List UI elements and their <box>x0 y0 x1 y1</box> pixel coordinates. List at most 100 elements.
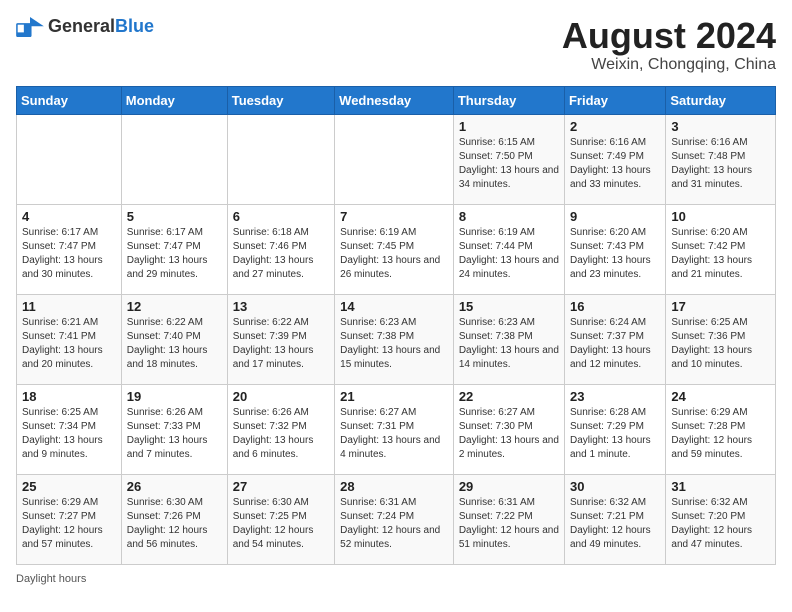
calendar-cell: 30Sunrise: 6:32 AMSunset: 7:21 PMDayligh… <box>564 474 665 564</box>
day-info: Sunrise: 6:19 AMSunset: 7:44 PMDaylight:… <box>459 226 559 282</box>
day-number: 2 <box>570 119 660 134</box>
calendar-cell: 6 Sunrise: 6:18 AMSunset: 7:46 PMDaylight… <box>227 204 334 294</box>
day-info: Sunrise: 6:22 AMSunset: 7:40 PMDaylight:… <box>127 316 222 372</box>
day-number: 16 <box>570 299 660 314</box>
weekday-header-wednesday: Wednesday <box>335 86 454 114</box>
calendar-cell: 14Sunrise: 6:23 AMSunset: 7:38 PMDayligh… <box>335 294 454 384</box>
day-info: Sunrise: 6:32 AMSunset: 7:21 PMDaylight:… <box>570 496 660 552</box>
day-number: 7 <box>340 209 448 224</box>
day-number: 28 <box>340 479 448 494</box>
day-number: 29 <box>459 479 559 494</box>
day-number: 26 <box>127 479 222 494</box>
day-info: Sunrise: 6:31 AMSunset: 7:22 PMDaylight:… <box>459 496 559 552</box>
calendar-cell: 29 Sunrise: 6:31 AMSunset: 7:22 PMDayligh… <box>453 474 564 564</box>
calendar-cell: 25 Sunrise: 6:29 AMSunset: 7:27 PMDayligh… <box>17 474 122 564</box>
day-info: Sunrise: 6:26 AMSunset: 7:33 PMDaylight:… <box>127 406 222 462</box>
calendar-cell <box>121 114 227 204</box>
day-info: Sunrise: 6:27 AMSunset: 7:30 PMDaylight:… <box>459 406 559 462</box>
day-number: 18 <box>22 389 116 404</box>
calendar-cell: 10Sunrise: 6:20 AMSunset: 7:42 PMDayligh… <box>666 204 776 294</box>
day-info: Sunrise: 6:20 AMSunset: 7:43 PMDaylight:… <box>570 226 660 282</box>
calendar-cell: 28 Sunrise: 6:31 AMSunset: 7:24 PMDayligh… <box>335 474 454 564</box>
weekday-header-thursday: Thursday <box>453 86 564 114</box>
day-number: 23 <box>570 389 660 404</box>
day-number: 1 <box>459 119 559 134</box>
calendar-cell: 22 Sunrise: 6:27 AMSunset: 7:30 PMDayligh… <box>453 384 564 474</box>
title-area: August 2024 Weixin, Chongqing, China <box>562 16 776 74</box>
calendar-week-4: 18 Sunrise: 6:25 AMSunset: 7:34 PMDayligh… <box>17 384 776 474</box>
day-number: 8 <box>459 209 559 224</box>
day-info: Sunrise: 6:28 AMSunset: 7:29 PMDaylight:… <box>570 406 660 462</box>
day-info: Sunrise: 6:16 AMSunset: 7:49 PMDaylight:… <box>570 136 660 192</box>
day-number: 14 <box>340 299 448 314</box>
calendar-cell: 12 Sunrise: 6:22 AMSunset: 7:40 PMDayligh… <box>121 294 227 384</box>
calendar-cell: 2 Sunrise: 6:16 AMSunset: 7:49 PMDaylight… <box>564 114 665 204</box>
day-number: 25 <box>22 479 116 494</box>
day-number: 3 <box>671 119 770 134</box>
weekday-header-saturday: Saturday <box>666 86 776 114</box>
weekday-header-row: SundayMondayTuesdayWednesdayThursdayFrid… <box>17 86 776 114</box>
day-number: 9 <box>570 209 660 224</box>
footer: Daylight hours <box>16 573 776 585</box>
calendar-cell: 11 Sunrise: 6:21 AMSunset: 7:41 PMDayligh… <box>17 294 122 384</box>
day-info: Sunrise: 6:30 AMSunset: 7:25 PMDaylight:… <box>233 496 329 552</box>
day-number: 11 <box>22 299 116 314</box>
calendar-cell <box>227 114 334 204</box>
calendar-cell: 5 Sunrise: 6:17 AMSunset: 7:47 PMDaylight… <box>121 204 227 294</box>
calendar-cell <box>335 114 454 204</box>
weekday-header-sunday: Sunday <box>17 86 122 114</box>
calendar-header: SundayMondayTuesdayWednesdayThursdayFrid… <box>17 86 776 114</box>
day-number: 13 <box>233 299 329 314</box>
calendar-cell: 3 Sunrise: 6:16 AMSunset: 7:48 PMDaylight… <box>666 114 776 204</box>
weekday-header-tuesday: Tuesday <box>227 86 334 114</box>
day-info: Sunrise: 6:17 AMSunset: 7:47 PMDaylight:… <box>22 226 116 282</box>
day-number: 24 <box>671 389 770 404</box>
weekday-header-monday: Monday <box>121 86 227 114</box>
day-info: Sunrise: 6:26 AMSunset: 7:32 PMDaylight:… <box>233 406 329 462</box>
calendar-week-1: 1Sunrise: 6:15 AMSunset: 7:50 PMDaylight… <box>17 114 776 204</box>
calendar-cell: 9 Sunrise: 6:20 AMSunset: 7:43 PMDaylight… <box>564 204 665 294</box>
calendar-cell: 26 Sunrise: 6:30 AMSunset: 7:26 PMDayligh… <box>121 474 227 564</box>
day-number: 31 <box>671 479 770 494</box>
day-info: Sunrise: 6:27 AMSunset: 7:31 PMDaylight:… <box>340 406 448 462</box>
day-info: Sunrise: 6:20 AMSunset: 7:42 PMDaylight:… <box>671 226 770 282</box>
day-info: Sunrise: 6:19 AMSunset: 7:45 PMDaylight:… <box>340 226 448 282</box>
calendar-cell: 19Sunrise: 6:26 AMSunset: 7:33 PMDayligh… <box>121 384 227 474</box>
day-info: Sunrise: 6:29 AMSunset: 7:27 PMDaylight:… <box>22 496 116 552</box>
day-info: Sunrise: 6:16 AMSunset: 7:48 PMDaylight:… <box>671 136 770 192</box>
day-number: 12 <box>127 299 222 314</box>
day-number: 22 <box>459 389 559 404</box>
day-info: Sunrise: 6:25 AMSunset: 7:34 PMDaylight:… <box>22 406 116 462</box>
calendar-cell: 16Sunrise: 6:24 AMSunset: 7:37 PMDayligh… <box>564 294 665 384</box>
calendar-cell: 27 Sunrise: 6:30 AMSunset: 7:25 PMDayligh… <box>227 474 334 564</box>
day-number: 27 <box>233 479 329 494</box>
day-number: 5 <box>127 209 222 224</box>
main-title: August 2024 <box>562 16 776 56</box>
day-info: Sunrise: 6:31 AMSunset: 7:24 PMDaylight:… <box>340 496 448 552</box>
calendar-cell: 15Sunrise: 6:23 AMSunset: 7:38 PMDayligh… <box>453 294 564 384</box>
logo-icon <box>16 17 44 37</box>
calendar-cell: 8 Sunrise: 6:19 AMSunset: 7:44 PMDaylight… <box>453 204 564 294</box>
day-info: Sunrise: 6:25 AMSunset: 7:36 PMDaylight:… <box>671 316 770 372</box>
day-number: 6 <box>233 209 329 224</box>
calendar-cell: 20 Sunrise: 6:26 AMSunset: 7:32 PMDayligh… <box>227 384 334 474</box>
weekday-header-friday: Friday <box>564 86 665 114</box>
day-info: Sunrise: 6:17 AMSunset: 7:47 PMDaylight:… <box>127 226 222 282</box>
logo-blue: Blue <box>115 16 154 36</box>
day-info: Sunrise: 6:23 AMSunset: 7:38 PMDaylight:… <box>459 316 559 372</box>
calendar-cell: 7 Sunrise: 6:19 AMSunset: 7:45 PMDaylight… <box>335 204 454 294</box>
day-info: Sunrise: 6:30 AMSunset: 7:26 PMDaylight:… <box>127 496 222 552</box>
day-number: 20 <box>233 389 329 404</box>
footer-text: Daylight hours <box>16 573 86 585</box>
calendar-cell: 23 Sunrise: 6:28 AMSunset: 7:29 PMDayligh… <box>564 384 665 474</box>
day-number: 21 <box>340 389 448 404</box>
day-info: Sunrise: 6:18 AMSunset: 7:46 PMDaylight:… <box>233 226 329 282</box>
calendar-cell: 1Sunrise: 6:15 AMSunset: 7:50 PMDaylight… <box>453 114 564 204</box>
calendar-cell: 17Sunrise: 6:25 AMSunset: 7:36 PMDayligh… <box>666 294 776 384</box>
calendar-cell: 31Sunrise: 6:32 AMSunset: 7:20 PMDayligh… <box>666 474 776 564</box>
calendar-body: 1Sunrise: 6:15 AMSunset: 7:50 PMDaylight… <box>17 114 776 564</box>
day-info: Sunrise: 6:21 AMSunset: 7:41 PMDaylight:… <box>22 316 116 372</box>
logo-general: General <box>48 16 115 36</box>
subtitle: Weixin, Chongqing, China <box>562 56 776 74</box>
calendar-cell: 24Sunrise: 6:29 AMSunset: 7:28 PMDayligh… <box>666 384 776 474</box>
